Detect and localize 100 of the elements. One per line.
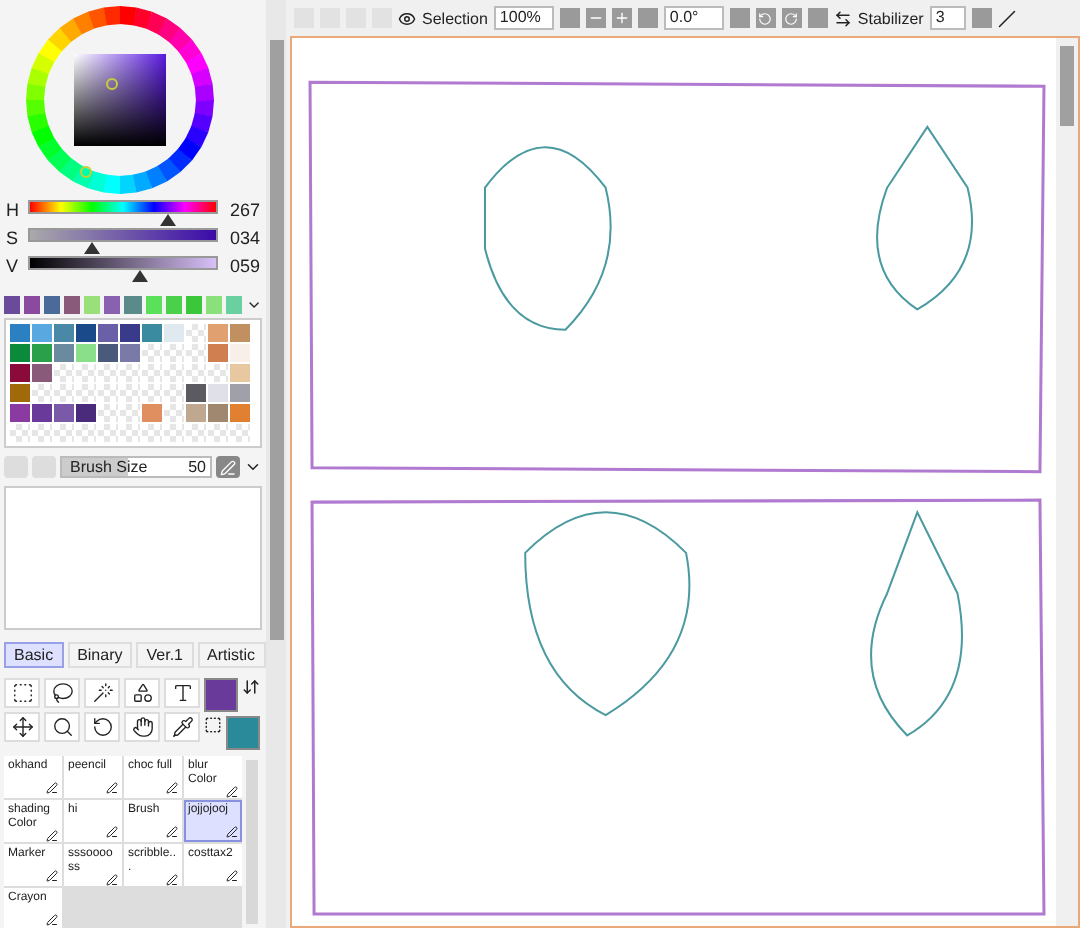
color-swatch[interactable] (54, 404, 74, 422)
color-swatch[interactable] (54, 344, 74, 362)
color-swatch[interactable] (225, 296, 242, 314)
color-swatch[interactable] (54, 324, 74, 342)
brush-size-slider[interactable]: Brush Size 50 (60, 456, 212, 478)
pen-icon (46, 870, 58, 882)
dashed-square-tool-button[interactable] (4, 678, 40, 708)
hand-icon (131, 716, 153, 738)
scrollbar[interactable] (246, 760, 258, 924)
reset-zoom-button[interactable] (637, 8, 658, 28)
slider-value: 059 (227, 256, 260, 276)
color-swatch[interactable] (76, 344, 96, 362)
canvas-scrollbar[interactable] (1056, 38, 1078, 926)
color-swatch[interactable] (230, 384, 250, 402)
swap-colors-icon[interactable] (242, 678, 260, 696)
color-swatch[interactable] (208, 404, 228, 422)
shapes-icon (131, 682, 153, 704)
color-swatch[interactable] (165, 296, 182, 314)
line-icon[interactable] (997, 9, 1016, 27)
color-swatch[interactable] (145, 296, 162, 314)
zoom-in-button[interactable] (611, 8, 632, 28)
color-swatch[interactable] (120, 344, 140, 362)
color-swatch[interactable] (230, 344, 250, 362)
color-slider[interactable] (28, 256, 218, 282)
color-swatch[interactable] (76, 404, 96, 422)
eyedropper-tool-button[interactable] (164, 712, 200, 742)
rotate-left-button[interactable] (755, 8, 776, 28)
color-swatch[interactable] (10, 364, 30, 382)
color-swatch[interactable] (186, 404, 206, 422)
color-swatch[interactable] (4, 296, 21, 314)
rotation-field[interactable]: 0.0° (663, 6, 724, 30)
color-swatch[interactable] (186, 384, 206, 402)
pen-icon (166, 782, 178, 794)
dropdown-button[interactable] (729, 8, 750, 28)
pen-icon (226, 826, 238, 838)
zoom-field[interactable]: 100% (493, 6, 554, 30)
color-swatch[interactable] (98, 324, 118, 342)
lasso-tool-button[interactable] (44, 678, 80, 708)
color-swatch[interactable] (10, 384, 30, 402)
color-swatch[interactable] (104, 296, 121, 314)
tool-tab[interactable]: Ver.1 (136, 642, 193, 668)
color-wheel[interactable] (24, 4, 216, 196)
color-swatch[interactable] (164, 324, 184, 342)
color-swatch[interactable] (32, 404, 52, 422)
color-swatch[interactable] (208, 344, 228, 362)
color-swatch[interactable] (185, 296, 202, 314)
color-swatch[interactable] (10, 344, 30, 362)
color-swatch[interactable] (64, 296, 81, 314)
text-tool-button[interactable] (164, 678, 200, 708)
hand-tool-button[interactable] (124, 712, 160, 742)
dropdown-icon[interactable] (244, 458, 262, 476)
color-swatch[interactable] (32, 344, 52, 362)
color-swatch[interactable] (32, 324, 52, 342)
color-swatch[interactable] (208, 324, 228, 342)
tool-tab[interactable]: Binary (67, 642, 133, 668)
dropdown-icon[interactable] (245, 296, 263, 314)
flip-icon[interactable] (833, 9, 852, 27)
color-swatch[interactable] (142, 404, 162, 422)
color-swatch[interactable] (205, 296, 222, 314)
brush-size-value: 50 (188, 458, 206, 476)
pen-icon (46, 830, 58, 842)
dropdown-button[interactable] (559, 8, 580, 28)
shapes-tool-button[interactable] (124, 678, 160, 708)
color-swatch[interactable] (208, 384, 228, 402)
slider-value: 267 (227, 200, 260, 220)
scrollbar[interactable] (266, 0, 286, 928)
foreground-color[interactable] (204, 678, 238, 712)
color-swatch[interactable] (230, 364, 250, 382)
zoom-out-button[interactable] (585, 8, 606, 28)
color-swatch[interactable] (44, 296, 61, 314)
move-tool-button[interactable] (4, 712, 40, 742)
slider-thumb[interactable] (132, 270, 149, 282)
color-swatch[interactable] (10, 324, 30, 342)
tool-tab[interactable]: Basic (4, 642, 64, 668)
magic-wand-tool-button[interactable] (84, 678, 120, 708)
zoom-icon (51, 716, 73, 738)
color-swatch[interactable] (120, 324, 140, 342)
color-swatch[interactable] (230, 324, 250, 342)
rotate-tool-button[interactable] (84, 712, 120, 742)
plus-icon (613, 10, 630, 26)
color-swatch[interactable] (32, 364, 52, 382)
transparent-icon[interactable] (204, 716, 222, 734)
color-swatch[interactable] (10, 404, 30, 422)
color-swatch[interactable] (24, 296, 41, 314)
color-swatch[interactable] (84, 296, 101, 314)
background-color[interactable] (226, 716, 260, 750)
eyedropper-icon (171, 716, 193, 738)
move-icon (11, 716, 33, 738)
eye-icon[interactable] (398, 9, 416, 27)
pen-icon (166, 826, 178, 838)
color-swatch[interactable] (76, 324, 96, 342)
color-swatch[interactable] (98, 344, 118, 362)
color-swatch[interactable] (230, 404, 250, 422)
stabilizer-field[interactable]: 3 (929, 6, 966, 30)
pen-icon (106, 826, 118, 838)
rotate-right-button[interactable] (781, 8, 802, 28)
tool-tab[interactable]: Artistic (197, 642, 265, 668)
zoom-tool-button[interactable] (44, 712, 80, 742)
color-swatch[interactable] (142, 324, 162, 342)
color-swatch[interactable] (124, 296, 142, 314)
